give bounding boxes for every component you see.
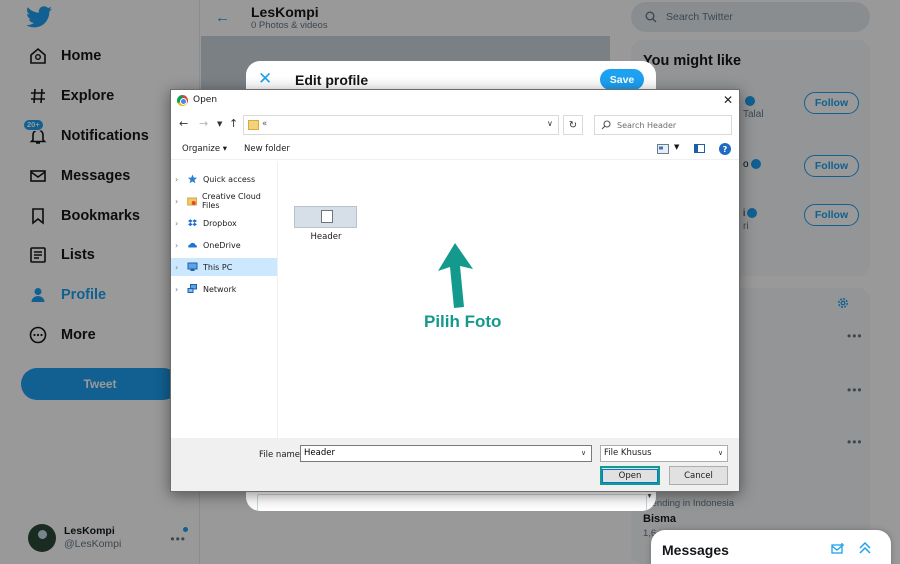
profile-field[interactable] bbox=[257, 494, 647, 511]
chevron-up-icon[interactable] bbox=[858, 541, 872, 555]
sidebar-item-label: Network bbox=[203, 284, 237, 294]
sidebar-item-label: This PC bbox=[203, 262, 233, 272]
file-list: Header Pilih Foto bbox=[279, 162, 739, 438]
file-label: Header bbox=[310, 232, 342, 242]
refresh-icon[interactable]: ↻ bbox=[563, 115, 583, 135]
folder-search-input[interactable]: Search Header bbox=[594, 115, 732, 135]
forward-arrow-icon[interactable]: → bbox=[199, 117, 208, 130]
folder-icon bbox=[248, 120, 259, 130]
cloud-folder-icon bbox=[186, 197, 197, 206]
sidebar-item-label: OneDrive bbox=[203, 240, 241, 250]
star-icon bbox=[187, 174, 198, 184]
onedrive-icon bbox=[188, 242, 197, 248]
search-icon bbox=[601, 120, 611, 130]
dialog-title: Open bbox=[193, 95, 218, 105]
back-arrow-icon[interactable]: ← bbox=[179, 117, 188, 130]
close-icon[interactable]: ✕ bbox=[723, 93, 733, 107]
chevron-down-icon[interactable]: ∨ bbox=[547, 119, 553, 128]
scroll-down-icon[interactable]: ▼ bbox=[646, 493, 654, 505]
organize-menu[interactable]: Organize ▾ bbox=[182, 144, 227, 154]
sidebar-item-quick-access[interactable]: › Quick access bbox=[171, 170, 277, 188]
sidebar-item-label: Creative Cloud Files bbox=[201, 192, 261, 210]
pointer-arrow-icon bbox=[438, 243, 473, 308]
file-name-label: File name: bbox=[259, 450, 303, 460]
instruction-annotation: Pilih Foto bbox=[424, 312, 502, 331]
pc-icon bbox=[187, 262, 198, 271]
sidebar-item-label: Quick access bbox=[203, 174, 256, 184]
view-options-icon[interactable] bbox=[657, 144, 669, 154]
file-open-dialog: Open ✕ ← → ▼ ↑ « ∨ ↻ Search Header Organ… bbox=[170, 89, 740, 492]
chevron-right-icon[interactable]: › bbox=[171, 263, 185, 272]
preview-pane-icon[interactable] bbox=[694, 144, 705, 153]
dropbox-icon bbox=[188, 219, 197, 227]
file-item[interactable]: Header bbox=[291, 206, 361, 250]
dialog-navigation-bar: ← → ▼ ↑ « ∨ ↻ Search Header bbox=[171, 112, 739, 140]
address-bar[interactable]: « ∨ bbox=[243, 115, 559, 135]
sidebar-item-label: Dropbox bbox=[203, 218, 237, 228]
open-button-label: Open bbox=[601, 468, 659, 483]
chevron-right-icon[interactable]: › bbox=[171, 219, 185, 228]
open-button[interactable]: Open bbox=[600, 466, 660, 485]
file-type-select[interactable]: File Khusus bbox=[600, 445, 728, 462]
chevron-right-icon[interactable]: › bbox=[171, 241, 185, 250]
search-placeholder: Search Header bbox=[617, 120, 677, 130]
close-icon[interactable]: ✕ bbox=[258, 70, 272, 87]
cancel-button[interactable]: Cancel bbox=[669, 466, 728, 485]
file-name-input[interactable]: Header bbox=[300, 445, 592, 462]
image-thumbnail bbox=[294, 206, 357, 228]
dialog-toolbar: Organize ▾ New folder ▼ ? bbox=[171, 140, 739, 160]
chevron-right-icon[interactable]: › bbox=[171, 197, 185, 206]
chrome-icon bbox=[177, 95, 188, 106]
chevron-right-icon[interactable]: › bbox=[171, 175, 185, 184]
dialog-footer: File name: Header ∨ File Khusus ∨ Open C… bbox=[171, 438, 739, 491]
sidebar-item-dropbox[interactable]: › Dropbox bbox=[171, 214, 277, 232]
edit-profile-title: Edit profile bbox=[295, 72, 369, 88]
dialog-titlebar: Open ✕ bbox=[171, 90, 739, 112]
address-path: « bbox=[262, 119, 268, 129]
new-message-icon[interactable] bbox=[831, 542, 845, 555]
sidebar-item-onedrive[interactable]: › OneDrive bbox=[171, 236, 277, 254]
new-folder-button[interactable]: New folder bbox=[244, 144, 290, 154]
chevron-down-icon[interactable]: ∨ bbox=[718, 449, 723, 457]
navigation-pane: › Quick access › Creative Cloud Files › … bbox=[171, 162, 278, 438]
network-icon bbox=[187, 284, 197, 293]
chevron-down-icon[interactable]: ▼ bbox=[674, 143, 679, 151]
sidebar-item-network[interactable]: › Network bbox=[171, 280, 277, 298]
chevron-right-icon[interactable]: › bbox=[171, 285, 185, 294]
help-icon[interactable]: ? bbox=[719, 143, 731, 155]
chevron-down-icon[interactable]: ∨ bbox=[581, 449, 586, 457]
messages-drawer-title: Messages bbox=[662, 542, 729, 558]
messages-drawer[interactable]: Messages bbox=[651, 530, 891, 564]
sidebar-item-this-pc[interactable]: › This PC bbox=[171, 258, 277, 276]
save-button[interactable]: Save bbox=[600, 69, 644, 90]
recent-locations-chevron-icon[interactable]: ▼ bbox=[217, 120, 222, 128]
sidebar-item-creative-cloud[interactable]: › Creative Cloud Files bbox=[171, 192, 277, 210]
up-arrow-icon[interactable]: ↑ bbox=[229, 117, 238, 130]
